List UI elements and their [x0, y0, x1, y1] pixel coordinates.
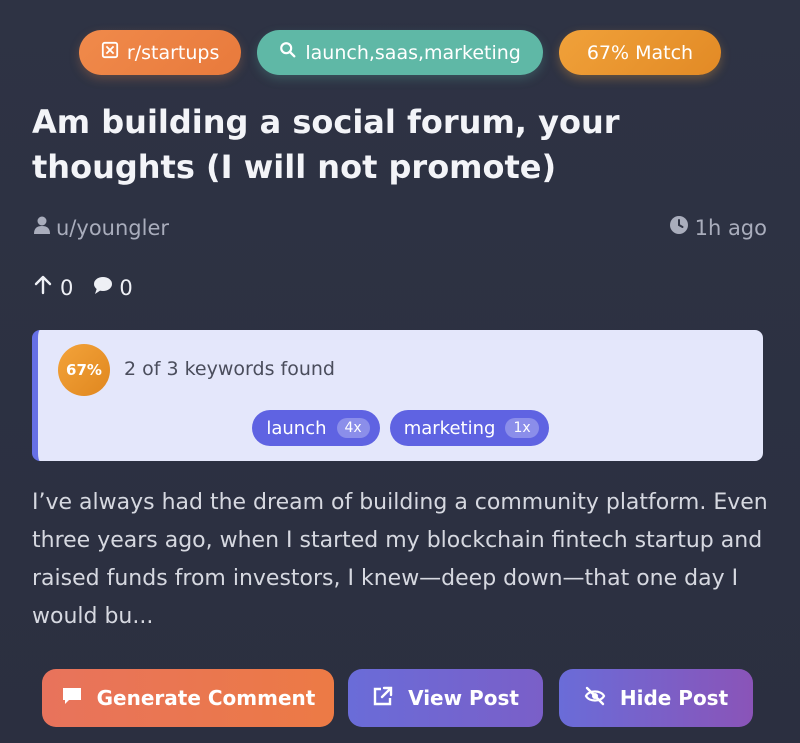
keywords-tag[interactable]: launch,saas,marketing [257, 30, 543, 75]
post-title[interactable]: Am building a social forum, your thought… [32, 100, 772, 190]
subreddit-icon [101, 41, 119, 64]
post-time: 1h ago [669, 215, 767, 240]
view-post-label: View Post [408, 686, 519, 710]
search-icon [279, 41, 297, 64]
hide-post-label: Hide Post [619, 686, 729, 710]
action-bar: Generate Comment View Post Hide Post [0, 669, 800, 727]
comment-icon [91, 274, 113, 301]
match-summary: 2 of 3 keywords found [124, 358, 335, 380]
match-tag: 67% Match [558, 30, 722, 75]
keyword-match-panel: 67% 2 of 3 keywords found launch 4x mark… [32, 330, 763, 461]
keyword-chip[interactable]: marketing 1x [389, 410, 549, 446]
hide-post-button[interactable]: Hide Post [559, 669, 753, 727]
subreddit-tag[interactable]: r/startups [78, 30, 242, 75]
comment-count: 0 [119, 275, 133, 300]
arrow-up-icon [32, 274, 54, 301]
eye-slash-icon [584, 685, 606, 712]
comment-icon [61, 685, 83, 712]
post-author[interactable]: u/youngler [32, 215, 169, 240]
external-link-icon [372, 685, 394, 712]
keyword-chip-count: 4x [336, 418, 370, 438]
generate-comment-button[interactable]: Generate Comment [42, 669, 334, 727]
comment-stat[interactable]: 0 [91, 274, 133, 301]
post-meta: u/youngler 1h ago [32, 215, 767, 245]
clock-icon [669, 215, 689, 240]
match-label: 67% Match [586, 41, 694, 64]
generate-comment-label: Generate Comment [96, 686, 316, 710]
keyword-chip-row: launch 4x marketing 1x [38, 410, 763, 446]
subreddit-label: r/startups [126, 41, 220, 64]
time-label: 1h ago [694, 215, 767, 240]
post-stats: 0 0 [32, 274, 133, 301]
keyword-chip-label: marketing [403, 417, 496, 439]
user-icon [32, 215, 52, 240]
upvote-stat[interactable]: 0 [32, 274, 73, 301]
author-name: u/youngler [56, 215, 169, 240]
keyword-chip-label: launch [266, 417, 327, 439]
post-excerpt: I’ve always had the dream of building a … [32, 490, 768, 629]
keyword-chip[interactable]: launch 4x [252, 410, 380, 446]
keyword-chip-count: 1x [505, 418, 539, 438]
keywords-label: launch,saas,marketing [305, 41, 521, 64]
tag-row: r/startups launch,saas,marketing 67% Mat… [0, 30, 800, 75]
match-percent-badge: 67% [58, 344, 110, 396]
upvote-count: 0 [60, 275, 74, 300]
view-post-button[interactable]: View Post [348, 669, 543, 727]
